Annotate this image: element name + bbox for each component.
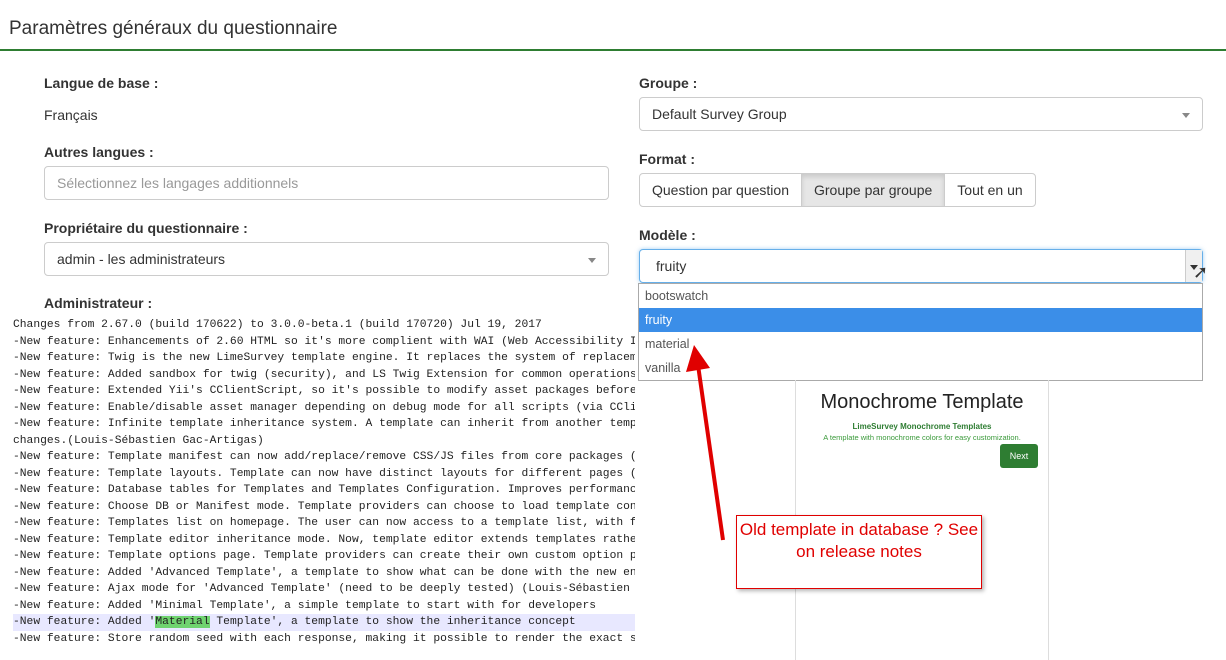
format-question-by-question-button[interactable]: Question par question xyxy=(639,173,802,207)
owner-label: Propriétaire du questionnaire : xyxy=(44,220,248,236)
administrator-label: Administrateur : xyxy=(44,295,153,311)
changelog-line: -New feature: Ajax mode for 'Advanced Te… xyxy=(13,583,635,595)
changelog-line: -New feature: Added 'Minimal Template', … xyxy=(13,599,597,612)
chevron-down-icon xyxy=(1182,113,1190,118)
annotation-callout: Old template in database ? See on releas… xyxy=(736,515,982,589)
template-value: fruity xyxy=(656,258,687,274)
preview-subtitle: LimeSurvey Monochrome Templates xyxy=(852,422,992,431)
changelog-line: -New feature: Database tables for Templa… xyxy=(13,484,635,496)
preview-next-button: Next xyxy=(1000,444,1038,468)
owner-select[interactable]: admin - les administrateurs xyxy=(44,242,609,276)
group-value: Default Survey Group xyxy=(652,106,787,122)
changelog-line: Changes from 2.67.0 (build 170622) to 3.… xyxy=(13,319,542,331)
base-language-value: Français xyxy=(44,107,98,123)
format-label: Format : xyxy=(639,151,695,167)
changelog-line: -New feature: Store random seed with eac… xyxy=(13,632,635,645)
changelog-line: -New feature: Enable/disable asset manag… xyxy=(13,401,635,414)
changelog-line: -New feature: Template editor inheritanc… xyxy=(13,533,635,546)
template-label: Modèle : xyxy=(639,227,696,243)
changelog-line: -New feature: Extended Yii's CClientScri… xyxy=(13,385,635,397)
changelog-line: -New feature: Enhancements of 2.60 HTML … xyxy=(13,335,635,348)
changelog-line: -New feature: Template manifest can now … xyxy=(13,451,635,463)
format-all-in-one-button[interactable]: Tout en un xyxy=(944,173,1036,207)
changelog-line: -New feature: Twig is the new LimeSurvey… xyxy=(13,352,635,364)
changelog-line-highlighted: -New feature: Added 'Material Template',… xyxy=(13,614,635,631)
preview-title: Monochrome Template xyxy=(820,391,1024,413)
format-group-by-group-button[interactable]: Groupe par groupe xyxy=(800,173,946,207)
changelog-textarea[interactable]: Changes from 2.67.0 (build 170622) to 3.… xyxy=(13,317,635,647)
template-option-fruity[interactable]: fruity xyxy=(639,308,1202,332)
red-arrow-icon xyxy=(686,345,725,541)
base-language-label: Langue de base : xyxy=(44,75,159,91)
changelog-line: -New feature: Choose DB or Manifest mode… xyxy=(13,500,635,513)
group-label: Groupe : xyxy=(639,75,698,91)
changelog-line: -New feature: Template options page. Tem… xyxy=(13,550,635,562)
changelog-line: -New feature: Infinite template inherita… xyxy=(13,418,635,430)
page-title: Paramètres généraux du questionnaire xyxy=(9,18,338,39)
owner-value: admin - les administrateurs xyxy=(57,251,226,267)
template-option-bootswatch[interactable]: bootswatch xyxy=(639,284,1202,308)
search-match-highlight: Material xyxy=(155,616,210,628)
changelog-text: -New feature: Added ' xyxy=(13,616,156,628)
changelog-text: Template', a template to show the inheri… xyxy=(209,616,576,628)
mouse-cursor-icon: ➚ xyxy=(1193,262,1209,282)
group-select[interactable]: Default Survey Group xyxy=(639,97,1203,131)
chevron-down-icon xyxy=(588,258,596,263)
changelog-line: -New feature: Added 'Advanced Template',… xyxy=(13,566,635,579)
changelog-line: -New feature: Templates list on homepage… xyxy=(13,517,635,529)
other-languages-input[interactable]: Sélectionnez les langages additionnels xyxy=(44,166,609,200)
format-button-group: Question par question Groupe par groupe … xyxy=(639,173,1036,207)
preview-description: A template with monochrome colors for ea… xyxy=(823,433,1021,442)
changelog-line: -New feature: Added sandbox for twig (se… xyxy=(13,368,635,381)
title-divider xyxy=(0,49,1226,51)
changelog-line: changes.(Louis-Sébastien Gac-Artigas) xyxy=(13,434,264,447)
template-select[interactable]: fruity xyxy=(639,249,1203,283)
other-languages-placeholder: Sélectionnez les langages additionnels xyxy=(57,175,299,191)
changelog-line: -New feature: Template layouts. Template… xyxy=(13,467,635,480)
other-languages-label: Autres langues : xyxy=(44,144,154,160)
